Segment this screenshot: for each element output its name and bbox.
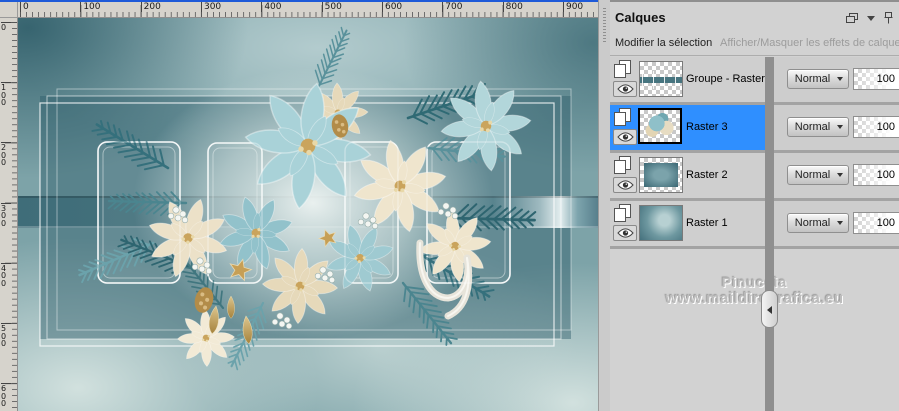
- panel-resize-grip[interactable]: [598, 0, 610, 411]
- layer-thumbnail[interactable]: [639, 61, 683, 97]
- opacity-field[interactable]: 100: [853, 212, 899, 234]
- v-ruler-label: 0: [1, 22, 11, 32]
- layer-row[interactable]: Raster 1 Normal 100: [610, 201, 899, 246]
- layer-row-controls: Normal 100: [774, 105, 899, 150]
- app-window: 0 100 200 300 400 500 600 700 800 900 0 1 0 0 2 0 0…: [0, 0, 899, 411]
- h-ruler-label: 0: [20, 2, 29, 12]
- layer-row[interactable]: Raster 3 Normal 100: [610, 105, 899, 150]
- canvas-area[interactable]: [18, 18, 598, 411]
- dropdown-caret-icon: [837, 173, 843, 177]
- v-ruler-label: 1 0 0: [1, 82, 11, 107]
- panel-title: Calques: [615, 10, 666, 25]
- vertical-ruler[interactable]: 0 1 0 0 2 0 0 3 0 0 4 0 0 5 0 0 6 0 0: [0, 18, 18, 411]
- splitter-collapse-handle[interactable]: [761, 290, 778, 328]
- palette-splitter[interactable]: [765, 57, 774, 411]
- v-ruler-label: 5 0 0: [1, 323, 11, 348]
- opacity-field[interactable]: 100: [853, 68, 899, 90]
- watermark-author: Pinuccia: [721, 274, 788, 290]
- layer-name: Raster 3: [686, 121, 728, 133]
- layer-list: Groupe - Raster 4 Normal 100 Raster 3 No…: [610, 57, 899, 249]
- layer-row-main[interactable]: Groupe - Raster 4: [610, 57, 774, 102]
- ruler-corner-box: [0, 2, 18, 18]
- pin-icon[interactable]: [884, 12, 893, 24]
- panel-menu-caret-icon[interactable]: [867, 15, 875, 21]
- h-ruler-label: 300: [200, 2, 221, 12]
- layer-thumbnail[interactable]: [639, 205, 683, 241]
- layer-name: Groupe - Raster 4: [686, 73, 775, 85]
- layer-row[interactable]: Raster 2 Normal 100: [610, 153, 899, 198]
- h-ruler-label: 200: [140, 2, 161, 12]
- blend-mode-dropdown[interactable]: Normal: [787, 213, 849, 233]
- layer-row-controls: Normal 100: [774, 57, 899, 102]
- visibility-eye-icon[interactable]: [613, 81, 637, 97]
- layers-palette: Calques Modifier la sélection Afficher/M…: [610, 0, 899, 411]
- layer-row-main[interactable]: Raster 2: [610, 153, 765, 198]
- dropdown-caret-icon: [837, 221, 843, 225]
- h-ruler-label: 500: [321, 2, 342, 12]
- layer-name: Raster 1: [686, 217, 728, 229]
- v-ruler-label: 2 0 0: [1, 142, 11, 167]
- layer-row-controls: Normal 100: [774, 201, 899, 246]
- opacity-field[interactable]: 100: [853, 116, 899, 138]
- h-ruler-label: 100: [80, 2, 101, 12]
- h-ruler-label: 700: [442, 2, 462, 12]
- h-ruler-label: 800: [502, 2, 523, 12]
- v-ruler-label: 4 0 0: [1, 262, 11, 288]
- restore-window-icon[interactable]: [846, 12, 858, 24]
- toggle-layer-effects-button[interactable]: Afficher/Masquer les effets de calque: [720, 37, 899, 49]
- layer-thumbnail[interactable]: [638, 108, 682, 144]
- layer-thumbnail[interactable]: [639, 157, 683, 193]
- layer-row[interactable]: Groupe - Raster 4 Normal 100: [610, 57, 899, 102]
- dropdown-caret-icon: [837, 125, 843, 129]
- dropdown-caret-icon: [837, 77, 843, 81]
- panel-header: Calques: [610, 4, 899, 32]
- layer-name: Raster 2: [686, 169, 728, 181]
- layer-row-controls: Normal 100: [774, 153, 899, 198]
- h-ruler-label: 400: [261, 2, 282, 12]
- visibility-eye-icon[interactable]: [613, 129, 637, 145]
- blend-mode-dropdown[interactable]: Normal: [787, 165, 849, 185]
- visibility-eye-icon[interactable]: [613, 177, 637, 193]
- v-ruler-label: 6 0 0: [1, 383, 11, 408]
- row-separator: [610, 246, 899, 249]
- v-ruler-label: 3 0 0: [1, 202, 11, 228]
- layer-row-main[interactable]: Raster 1: [610, 201, 765, 246]
- modify-selection-button[interactable]: Modifier la sélection: [615, 37, 712, 49]
- opacity-field[interactable]: 100: [853, 164, 899, 186]
- panel-toolbar: Modifier la sélection Afficher/Masquer l…: [610, 32, 899, 56]
- blend-mode-dropdown[interactable]: Normal: [787, 117, 849, 137]
- layer-row-main[interactable]: Raster 3: [610, 105, 765, 150]
- horizontal-ruler[interactable]: 0 100 200 300 400 500 600 700 800 900: [18, 2, 598, 18]
- artwork-image: [18, 18, 598, 411]
- blend-mode-dropdown[interactable]: Normal: [787, 69, 849, 89]
- watermark: Pinuccia www.maildiregrafica.eu: [610, 274, 899, 307]
- h-ruler-label: 600: [381, 2, 402, 12]
- h-ruler-label: 900: [562, 2, 583, 12]
- watermark-url: www.maildiregrafica.eu: [665, 290, 844, 307]
- visibility-eye-icon[interactable]: [613, 225, 637, 241]
